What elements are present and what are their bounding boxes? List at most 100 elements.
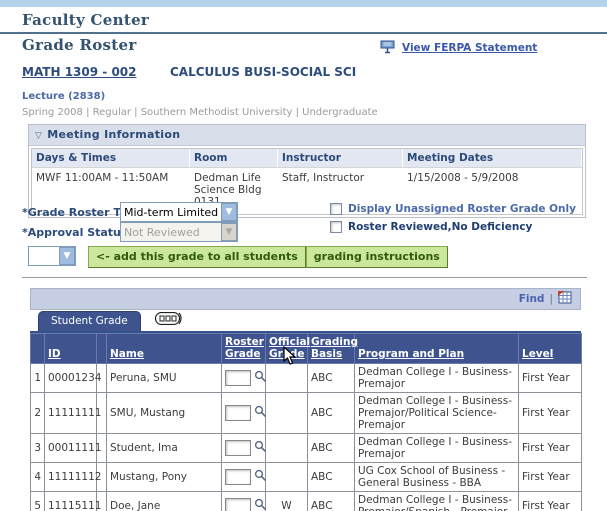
header-rownum — [30, 333, 45, 364]
quick-grade-select[interactable]: ▼ — [28, 246, 76, 266]
student-id: 00001234 — [44, 363, 101, 393]
official-grade: W — [265, 491, 308, 511]
course-code-link[interactable]: MATH 1309 - 002 — [22, 65, 137, 79]
download-to-excel-icon[interactable] — [558, 291, 572, 307]
course-title: CALCULUS BUSI-SOCIAL SCI — [170, 65, 357, 79]
grade-lookup-icon[interactable] — [254, 405, 267, 421]
roster-grade-input[interactable] — [225, 440, 251, 456]
table-row: 2 11111111 SMU, Mustang ABC Dedman Colle… — [30, 392, 582, 434]
grading-basis: ABC — [307, 363, 355, 393]
student-id: 11111111 — [44, 392, 101, 434]
student-id: 11115111 — [44, 491, 101, 511]
table-row: 4 11111112 Mustang, Pony ABC UG Cox Scho… — [30, 462, 582, 492]
app-title: Faculty Center — [0, 9, 607, 34]
roster-reviewed-label: Roster Reviewed,No Deficiency — [348, 221, 533, 233]
grade-roster-type-select[interactable]: Mid-term Limited ( ▼ — [120, 202, 238, 222]
show-all-columns-icon[interactable] — [154, 311, 183, 328]
grading-instructions-button[interactable]: grading instructions — [305, 246, 448, 268]
collapse-triangle-icon[interactable]: ▽ — [35, 131, 42, 141]
chevron-down-icon: ▼ — [221, 223, 237, 241]
header-id[interactable]: ID — [44, 333, 97, 364]
roster-grade-input[interactable] — [225, 469, 251, 485]
header-official-grade[interactable]: Official Grade — [265, 333, 310, 364]
header-grading-basis[interactable]: Grading Basis — [307, 333, 358, 364]
chevron-down-icon[interactable]: ▼ — [221, 203, 237, 221]
ferpa-sign-icon — [380, 39, 395, 57]
grade-roster-type-value: Mid-term Limited ( — [124, 205, 221, 219]
class-component: Lecture (2838) — [22, 91, 106, 102]
row-number: 4 — [30, 462, 45, 492]
chevron-down-icon[interactable]: ▼ — [59, 247, 75, 265]
roster-grade-cell — [221, 363, 267, 393]
roster-grade-cell — [221, 392, 267, 434]
student-grade-table-body: 1 00001234 Peruna, SMU ABC Dedman Colleg… — [30, 363, 582, 511]
grading-basis: ABC — [307, 433, 355, 463]
grid-action-bar: Find | — [30, 288, 581, 310]
roster-grade-input[interactable] — [225, 498, 251, 511]
browser-top-strip — [0, 0, 607, 7]
program-and-plan: UG Cox School of Business - General Busi… — [354, 462, 519, 492]
row-number: 5 — [30, 491, 45, 511]
table-row: 1 00001234 Peruna, SMU ABC Dedman Colleg… — [30, 363, 582, 393]
header-level[interactable]: Level — [518, 333, 582, 364]
grade-lookup-icon[interactable] — [254, 370, 267, 386]
program-and-plan: Dedman College I - Business-Premajor/Spa… — [354, 491, 519, 511]
col-instructor: Instructor — [278, 149, 403, 167]
header-roster-grade[interactable]: Roster Grade — [221, 333, 266, 364]
display-unassigned-label: Display Unassigned Roster Grade Only — [348, 203, 576, 215]
quick-grade-row: ▼ <- add this grade to all students grad… — [28, 246, 448, 268]
tab-student-grade[interactable]: Student Grade — [38, 311, 141, 331]
course-line: MATH 1309 - 002 CALCULUS BUSI-SOCIAL SCI — [22, 65, 356, 79]
display-unassigned-row: Display Unassigned Roster Grade Only — [330, 203, 576, 215]
grade-lookup-icon[interactable] — [254, 498, 267, 511]
official-grade — [265, 363, 308, 393]
meeting-information-header: ▽ Meeting Information — [29, 125, 585, 146]
roster-grade-input[interactable] — [225, 370, 251, 386]
grading-basis: ABC — [307, 491, 355, 511]
roster-grade-cell — [221, 491, 267, 511]
student-id: 00011111 — [44, 433, 101, 463]
table-row: 5 11115111 Doe, Jane W ABC Dedman Colleg… — [30, 491, 582, 511]
roster-grade-input[interactable] — [225, 405, 251, 421]
grade-lookup-icon[interactable] — [254, 469, 267, 485]
grade-lookup-icon[interactable] — [254, 440, 267, 456]
ferpa-statement[interactable]: View FERPA Statement — [380, 39, 537, 57]
roster-reviewed-checkbox[interactable] — [330, 221, 342, 233]
approval-status-value: Not Reviewed — [124, 225, 200, 239]
student-grade-grid: Find | Student Grade ID Name Roster Grad… — [30, 288, 582, 511]
row-number: 2 — [30, 392, 45, 434]
level: First Year — [518, 462, 582, 492]
grid-tab-strip: Student Grade — [30, 310, 581, 333]
row-number: 3 — [30, 433, 45, 463]
grading-basis: ABC — [307, 462, 355, 492]
add-grade-to-all-button[interactable]: <- add this grade to all students — [88, 246, 306, 268]
col-meeting-dates: Meeting Dates — [403, 149, 582, 167]
table-header-row: ID Name Roster Grade Official Grade Grad… — [30, 333, 582, 364]
col-room: Room — [190, 149, 278, 167]
header-gap — [96, 333, 107, 364]
program-and-plan: Dedman College I - Business-Premajor — [354, 433, 519, 463]
student-name: Doe, Jane — [106, 491, 222, 511]
official-grade — [265, 392, 308, 434]
horizontal-rule — [22, 277, 587, 278]
official-grade — [265, 462, 308, 492]
term-info: Spring 2008 | Regular | Southern Methodi… — [22, 107, 378, 118]
find-link[interactable]: Find — [519, 293, 545, 305]
grade-roster-page: Faculty Center Grade Roster View FERPA S… — [0, 0, 607, 511]
table-row: 3 00011111 Student, Ima ABC Dedman Colle… — [30, 433, 582, 463]
approval-status-select: Not Reviewed ▼ — [120, 222, 238, 242]
roster-grade-cell — [221, 462, 267, 492]
roster-reviewed-row: Roster Reviewed,No Deficiency — [330, 221, 532, 233]
official-grade — [265, 433, 308, 463]
view-ferpa-link[interactable]: View FERPA Statement — [402, 42, 537, 54]
student-name: Student, Ima — [106, 433, 222, 463]
header-name[interactable]: Name — [106, 333, 222, 364]
student-name: Mustang, Pony — [106, 462, 222, 492]
header-program-plan[interactable]: Program and Plan — [354, 333, 519, 364]
display-unassigned-checkbox[interactable] — [330, 203, 342, 215]
approval-status-label: *Approval Status — [22, 226, 128, 239]
level: First Year — [518, 363, 582, 393]
student-grade-table: ID Name Roster Grade Official Grade Grad… — [30, 333, 582, 511]
roster-grade-cell — [221, 433, 267, 463]
meeting-information-title: Meeting Information — [47, 128, 181, 141]
